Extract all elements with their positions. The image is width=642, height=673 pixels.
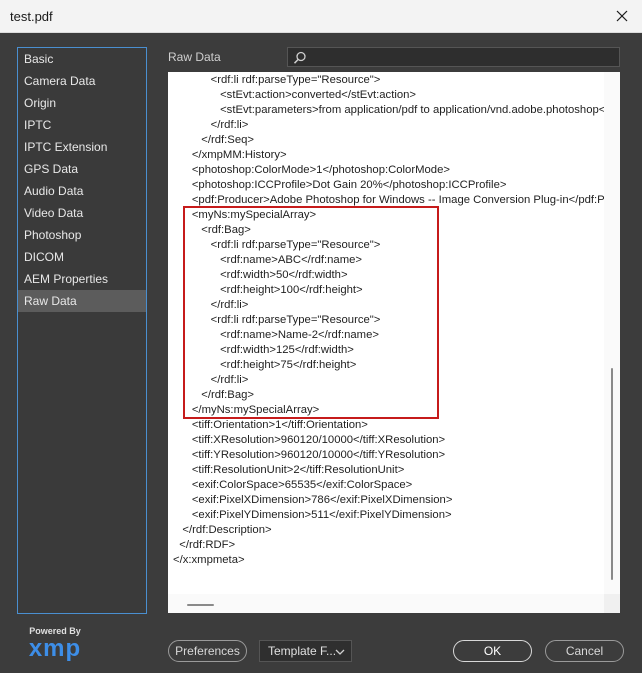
raw-data-line: <rdf:Bag> bbox=[173, 224, 251, 236]
vertical-scrollbar-thumb[interactable] bbox=[611, 368, 613, 580]
raw-data-line: <rdf:li rdf:parseType="Resource"> bbox=[173, 239, 381, 251]
raw-data-line: </myNs:mySpecialArray> bbox=[173, 404, 320, 416]
panel-title: Raw Data bbox=[168, 50, 221, 64]
raw-data-view[interactable]: <rdf:li rdf:parseType="Resource"> <stEvt… bbox=[168, 72, 620, 613]
category-list: Basic Camera Data Origin IPTC IPTC Exten… bbox=[17, 47, 147, 614]
chevron-down-icon bbox=[335, 649, 345, 655]
preferences-button[interactable]: Preferences bbox=[168, 640, 247, 662]
raw-data-line: </rdf:li> bbox=[173, 299, 249, 311]
sidebar-item-origin[interactable]: Origin bbox=[18, 92, 146, 114]
xmp-brand: xmp bbox=[28, 635, 82, 662]
raw-data-line: <tiff:ResolutionUnit>2</tiff:ResolutionU… bbox=[173, 464, 405, 476]
raw-data-line: </x:xmpmeta> bbox=[173, 554, 245, 566]
raw-data-line: <rdf:width>50</rdf:width> bbox=[173, 269, 348, 281]
cancel-button[interactable]: Cancel bbox=[545, 640, 624, 662]
scrollbar-corner bbox=[604, 594, 620, 613]
xmp-logo: Powered By xmp bbox=[20, 624, 90, 664]
sidebar-item-photoshop[interactable]: Photoshop bbox=[18, 224, 146, 246]
raw-data-line: </rdf:Bag> bbox=[173, 389, 255, 401]
sidebar-item-iptc[interactable]: IPTC bbox=[18, 114, 146, 136]
raw-data-line: <rdf:width>125</rdf:width> bbox=[173, 344, 354, 356]
raw-data-line: <rdf:li rdf:parseType="Resource"> bbox=[173, 314, 381, 326]
sidebar-item-aem-properties[interactable]: AEM Properties bbox=[18, 268, 146, 290]
sidebar-item-raw-data[interactable]: Raw Data bbox=[18, 290, 146, 312]
title-bar: test.pdf bbox=[0, 0, 642, 33]
raw-data-line: </rdf:Seq> bbox=[173, 134, 255, 146]
raw-data-line: </rdf:Description> bbox=[173, 524, 272, 536]
raw-data-line: </xmpMM:History> bbox=[173, 149, 287, 161]
sidebar-item-iptc-extension[interactable]: IPTC Extension bbox=[18, 136, 146, 158]
raw-data-line: <stEvt:action>converted</stEvt:action> bbox=[173, 89, 417, 101]
horizontal-scrollbar[interactable] bbox=[168, 594, 604, 613]
template-dropdown-value: Template F... bbox=[268, 644, 337, 658]
search-input[interactable] bbox=[287, 47, 620, 67]
raw-data-line: <exif:ColorSpace>65535</exif:ColorSpace> bbox=[173, 479, 413, 491]
raw-data-line: <rdf:height>100</rdf:height> bbox=[173, 284, 363, 296]
raw-data-line: <rdf:height>75</rdf:height> bbox=[173, 359, 357, 371]
window-title: test.pdf bbox=[10, 9, 53, 24]
sidebar-item-camera-data[interactable]: Camera Data bbox=[18, 70, 146, 92]
sidebar-item-gps-data[interactable]: GPS Data bbox=[18, 158, 146, 180]
raw-data-line: </rdf:li> bbox=[173, 374, 249, 386]
raw-data-line: <stEvt:parameters>from application/pdf t… bbox=[220, 104, 604, 116]
raw-data-line: <rdf:name>ABC</rdf:name> bbox=[173, 254, 362, 266]
raw-data-line: <rdf:li rdf:parseType="Resource"> bbox=[173, 74, 381, 86]
ok-button[interactable]: OK bbox=[453, 640, 532, 662]
sidebar-item-dicom[interactable]: DICOM bbox=[18, 246, 146, 268]
raw-data-line: <photoshop:ICCProfile>Dot Gain 20%</phot… bbox=[173, 179, 507, 191]
raw-data-line: <tiff:YResolution>960120/10000</tiff:YRe… bbox=[173, 449, 446, 461]
raw-data-line: <pdf:Producer>Adobe Photoshop for Window… bbox=[173, 194, 604, 206]
sidebar-item-video-data[interactable]: Video Data bbox=[18, 202, 146, 224]
vertical-scrollbar[interactable] bbox=[604, 72, 620, 594]
raw-data-line: <exif:PixelXDimension>786</exif:PixelXDi… bbox=[173, 494, 453, 506]
raw-data-line: <photoshop:ColorMode>1</photoshop:ColorM… bbox=[173, 164, 450, 176]
sidebar-item-audio-data[interactable]: Audio Data bbox=[18, 180, 146, 202]
close-button[interactable] bbox=[610, 4, 634, 28]
raw-data-line: </rdf:li> bbox=[173, 119, 249, 131]
raw-data-text: <rdf:li rdf:parseType="Resource"> <stEvt… bbox=[168, 72, 604, 594]
search-icon bbox=[293, 51, 306, 64]
raw-data-line: <myNs:mySpecialArray> bbox=[173, 209, 317, 221]
raw-data-line: </rdf:RDF> bbox=[173, 539, 236, 551]
raw-data-line: <exif:PixelYDimension>511</exif:PixelYDi… bbox=[173, 509, 452, 521]
raw-data-line: <tiff:Orientation>1</tiff:Orientation> bbox=[173, 419, 368, 431]
template-folder-dropdown[interactable]: Template F... bbox=[259, 640, 352, 662]
raw-data-line: <tiff:XResolution>960120/10000</tiff:XRe… bbox=[173, 434, 446, 446]
sidebar-item-basic[interactable]: Basic bbox=[18, 48, 146, 70]
horizontal-scrollbar-thumb[interactable] bbox=[187, 604, 214, 606]
close-icon bbox=[616, 10, 628, 22]
raw-data-line: <rdf:name>Name-2</rdf:name> bbox=[173, 329, 379, 341]
